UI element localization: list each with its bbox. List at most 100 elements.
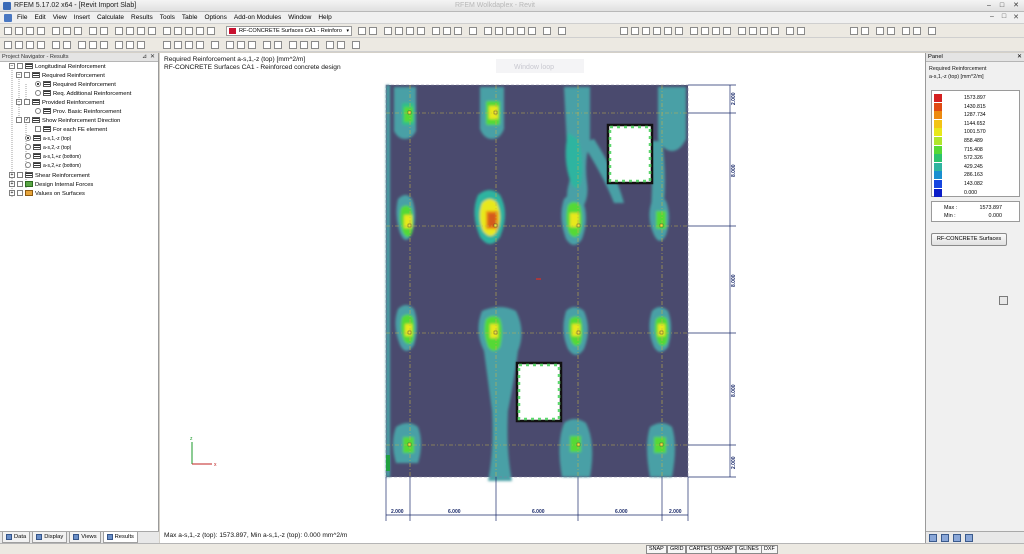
calculate-icon[interactable] (126, 27, 134, 35)
open-icon[interactable] (15, 27, 23, 35)
print-icon[interactable] (37, 27, 45, 35)
previous-case-icon[interactable] (358, 27, 366, 35)
next-case-icon[interactable] (369, 27, 377, 35)
expand-icon[interactable]: + (9, 172, 15, 179)
measure-icon[interactable] (543, 27, 551, 35)
collapse-icon[interactable]: − (9, 63, 15, 70)
view-y-icon[interactable] (406, 27, 414, 35)
fe-mesh-icon[interactable] (326, 41, 334, 49)
expand-icon[interactable]: + (9, 181, 15, 188)
rotate-icon[interactable] (26, 41, 34, 49)
menu-view[interactable]: View (53, 14, 67, 21)
section-icon[interactable] (620, 27, 628, 35)
grid-toggle[interactable]: GRID (667, 545, 687, 554)
view-iso-icon[interactable] (384, 27, 392, 35)
maximize-button[interactable]: □ (997, 1, 1007, 10)
load-icon[interactable] (760, 27, 768, 35)
save-icon[interactable] (26, 27, 34, 35)
tree-item-prov-basic-reinforcement[interactable]: Prov. Basic Reinforcement (35, 108, 121, 117)
settings-icon[interactable] (558, 27, 566, 35)
clipping-icon[interactable] (352, 41, 360, 49)
arc-icon[interactable] (712, 27, 720, 35)
deform-icon[interactable] (163, 27, 171, 35)
tab-results[interactable]: Results (102, 532, 138, 543)
menu-file[interactable]: File (17, 14, 27, 21)
expand-icon[interactable]: + (9, 190, 15, 197)
navigator-toggle-icon[interactable] (861, 27, 869, 35)
zoom-in-icon[interactable] (454, 27, 462, 35)
select-node-icon[interactable] (484, 27, 492, 35)
support-icon[interactable] (738, 27, 746, 35)
copy-icon[interactable] (63, 27, 71, 35)
window-icon[interactable] (928, 27, 936, 35)
color-legend[interactable]: 1573.897 1430.815 1287.734 1144.652 1001.570… (931, 90, 1020, 197)
tree-item-shear-reinforcement[interactable]: + Shear Reinforcement (9, 172, 90, 181)
nodal-support-icon[interactable] (115, 41, 123, 49)
document-icon[interactable] (4, 14, 12, 22)
redo-icon[interactable] (100, 27, 108, 35)
collapse-icon[interactable]: − (16, 99, 22, 106)
tile-icon[interactable] (913, 27, 921, 35)
menu-edit[interactable]: Edit (34, 14, 45, 21)
tree-item-values-on-surfaces[interactable]: + Values on Surfaces (9, 190, 85, 199)
select-surface-icon[interactable] (517, 27, 525, 35)
join-icon[interactable] (63, 41, 71, 49)
surface-icon[interactable] (89, 41, 97, 49)
rf-concrete-surfaces-button[interactable]: RF-CONCRETE Surfaces (931, 233, 1007, 246)
close-button[interactable]: ✕ (1011, 1, 1021, 10)
checkbox-icon[interactable] (24, 99, 30, 106)
comment-icon[interactable] (642, 27, 650, 35)
radio-selected-icon[interactable] (25, 135, 31, 142)
menu-options[interactable]: Options (204, 14, 226, 21)
tab-views[interactable]: Views (69, 532, 101, 543)
layer-icon[interactable] (887, 27, 895, 35)
mdi-minimize-button[interactable]: – (988, 13, 996, 21)
tree-item-as1-bottom[interactable]: a-s,1,+z (bottom) (25, 153, 81, 162)
divide-icon[interactable] (52, 41, 60, 49)
menu-table[interactable]: Table (182, 14, 198, 21)
tree-item-req-additional-reinforcement[interactable]: Req. Additional Reinforcement (35, 90, 131, 99)
surface-support-icon[interactable] (137, 41, 145, 49)
select-member-icon[interactable] (506, 27, 514, 35)
checkbox-icon[interactable] (17, 63, 23, 70)
move-icon[interactable] (15, 41, 23, 49)
labels-icon[interactable] (263, 41, 271, 49)
zoom-all-icon[interactable] (432, 27, 440, 35)
tree-item-as2-bottom[interactable]: a-s,2,+z (bottom) (25, 162, 81, 171)
opening-icon[interactable] (100, 41, 108, 49)
checkbox-checked-icon[interactable]: ✓ (24, 117, 30, 124)
panel-tab-filter-icon[interactable] (953, 534, 961, 542)
render-icon[interactable] (469, 27, 477, 35)
polyline-icon[interactable] (723, 27, 731, 35)
model-workspace[interactable]: Required Reinforcement a-s,1,-z (top) [m… (160, 53, 925, 543)
pin-icon[interactable]: ⊿ (142, 53, 147, 60)
menu-insert[interactable]: Insert (74, 14, 90, 21)
radio-icon[interactable] (25, 144, 31, 151)
radio-icon[interactable] (35, 90, 41, 97)
tree-item-for-each-fe-element[interactable]: For each FE element (35, 126, 107, 135)
guide-line-icon[interactable] (653, 27, 661, 35)
glines-toggle[interactable]: GLINES (736, 545, 762, 554)
table-view-icon[interactable] (850, 27, 858, 35)
tab-display[interactable]: Display (32, 532, 68, 543)
panel-settings-icon[interactable] (999, 296, 1008, 305)
combination-icon[interactable] (786, 27, 794, 35)
node-icon[interactable] (690, 27, 698, 35)
view-x-icon[interactable] (395, 27, 403, 35)
new-icon[interactable] (4, 27, 12, 35)
local-axes-icon[interactable] (311, 41, 319, 49)
minimize-button[interactable]: – (984, 1, 994, 10)
panel-close-icon[interactable]: ✕ (1017, 53, 1022, 60)
mirror-icon[interactable] (37, 41, 45, 49)
results-icon[interactable] (137, 27, 145, 35)
panel-toggle-icon[interactable] (876, 27, 884, 35)
palette-icon[interactable] (196, 41, 204, 49)
collapse-icon[interactable]: − (16, 72, 22, 79)
view-z-icon[interactable] (417, 27, 425, 35)
zoom-window-icon[interactable] (443, 27, 451, 35)
hinge-icon[interactable] (749, 27, 757, 35)
animate-icon[interactable] (185, 27, 193, 35)
tree-item-provided-reinforcement[interactable]: − Provided Reinforcement (16, 99, 104, 108)
line-support-icon[interactable] (126, 41, 134, 49)
paste-icon[interactable] (74, 27, 82, 35)
